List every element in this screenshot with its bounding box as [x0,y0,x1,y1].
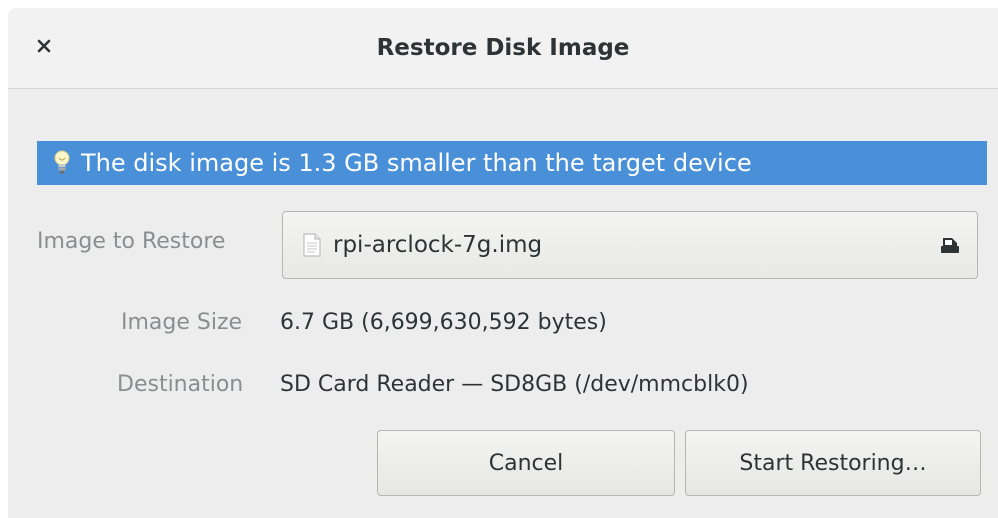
cancel-button[interactable]: Cancel [377,430,675,496]
info-message: The disk image is 1.3 GB smaller than th… [81,149,752,177]
eject-icon [939,233,963,257]
lightbulb-icon [53,149,73,177]
image-size-label: Image Size [121,310,243,335]
close-button[interactable] [26,30,62,66]
dialog-header: Restore Disk Image [8,8,998,89]
restore-dialog: Restore Disk Image The disk image is 1.3… [8,8,998,518]
dialog-title: Restore Disk Image [376,35,630,61]
image-to-restore-label: Image to Restore [37,229,226,254]
destination-label: Destination [117,372,244,397]
image-size-value: 6.7 GB (6,699,630,592 bytes) [280,310,607,335]
image-file-chooser[interactable]: rpi-arclock-7g.img [282,211,978,279]
destination-value: SD Card Reader — SD8GB (/dev/mmcblk0) [280,372,749,397]
file-name: rpi-arclock-7g.img [333,232,543,258]
info-bar: The disk image is 1.3 GB smaller than th… [37,141,987,185]
document-icon [303,232,323,258]
start-restoring-button[interactable]: Start Restoring… [685,430,981,496]
close-icon [36,38,52,58]
